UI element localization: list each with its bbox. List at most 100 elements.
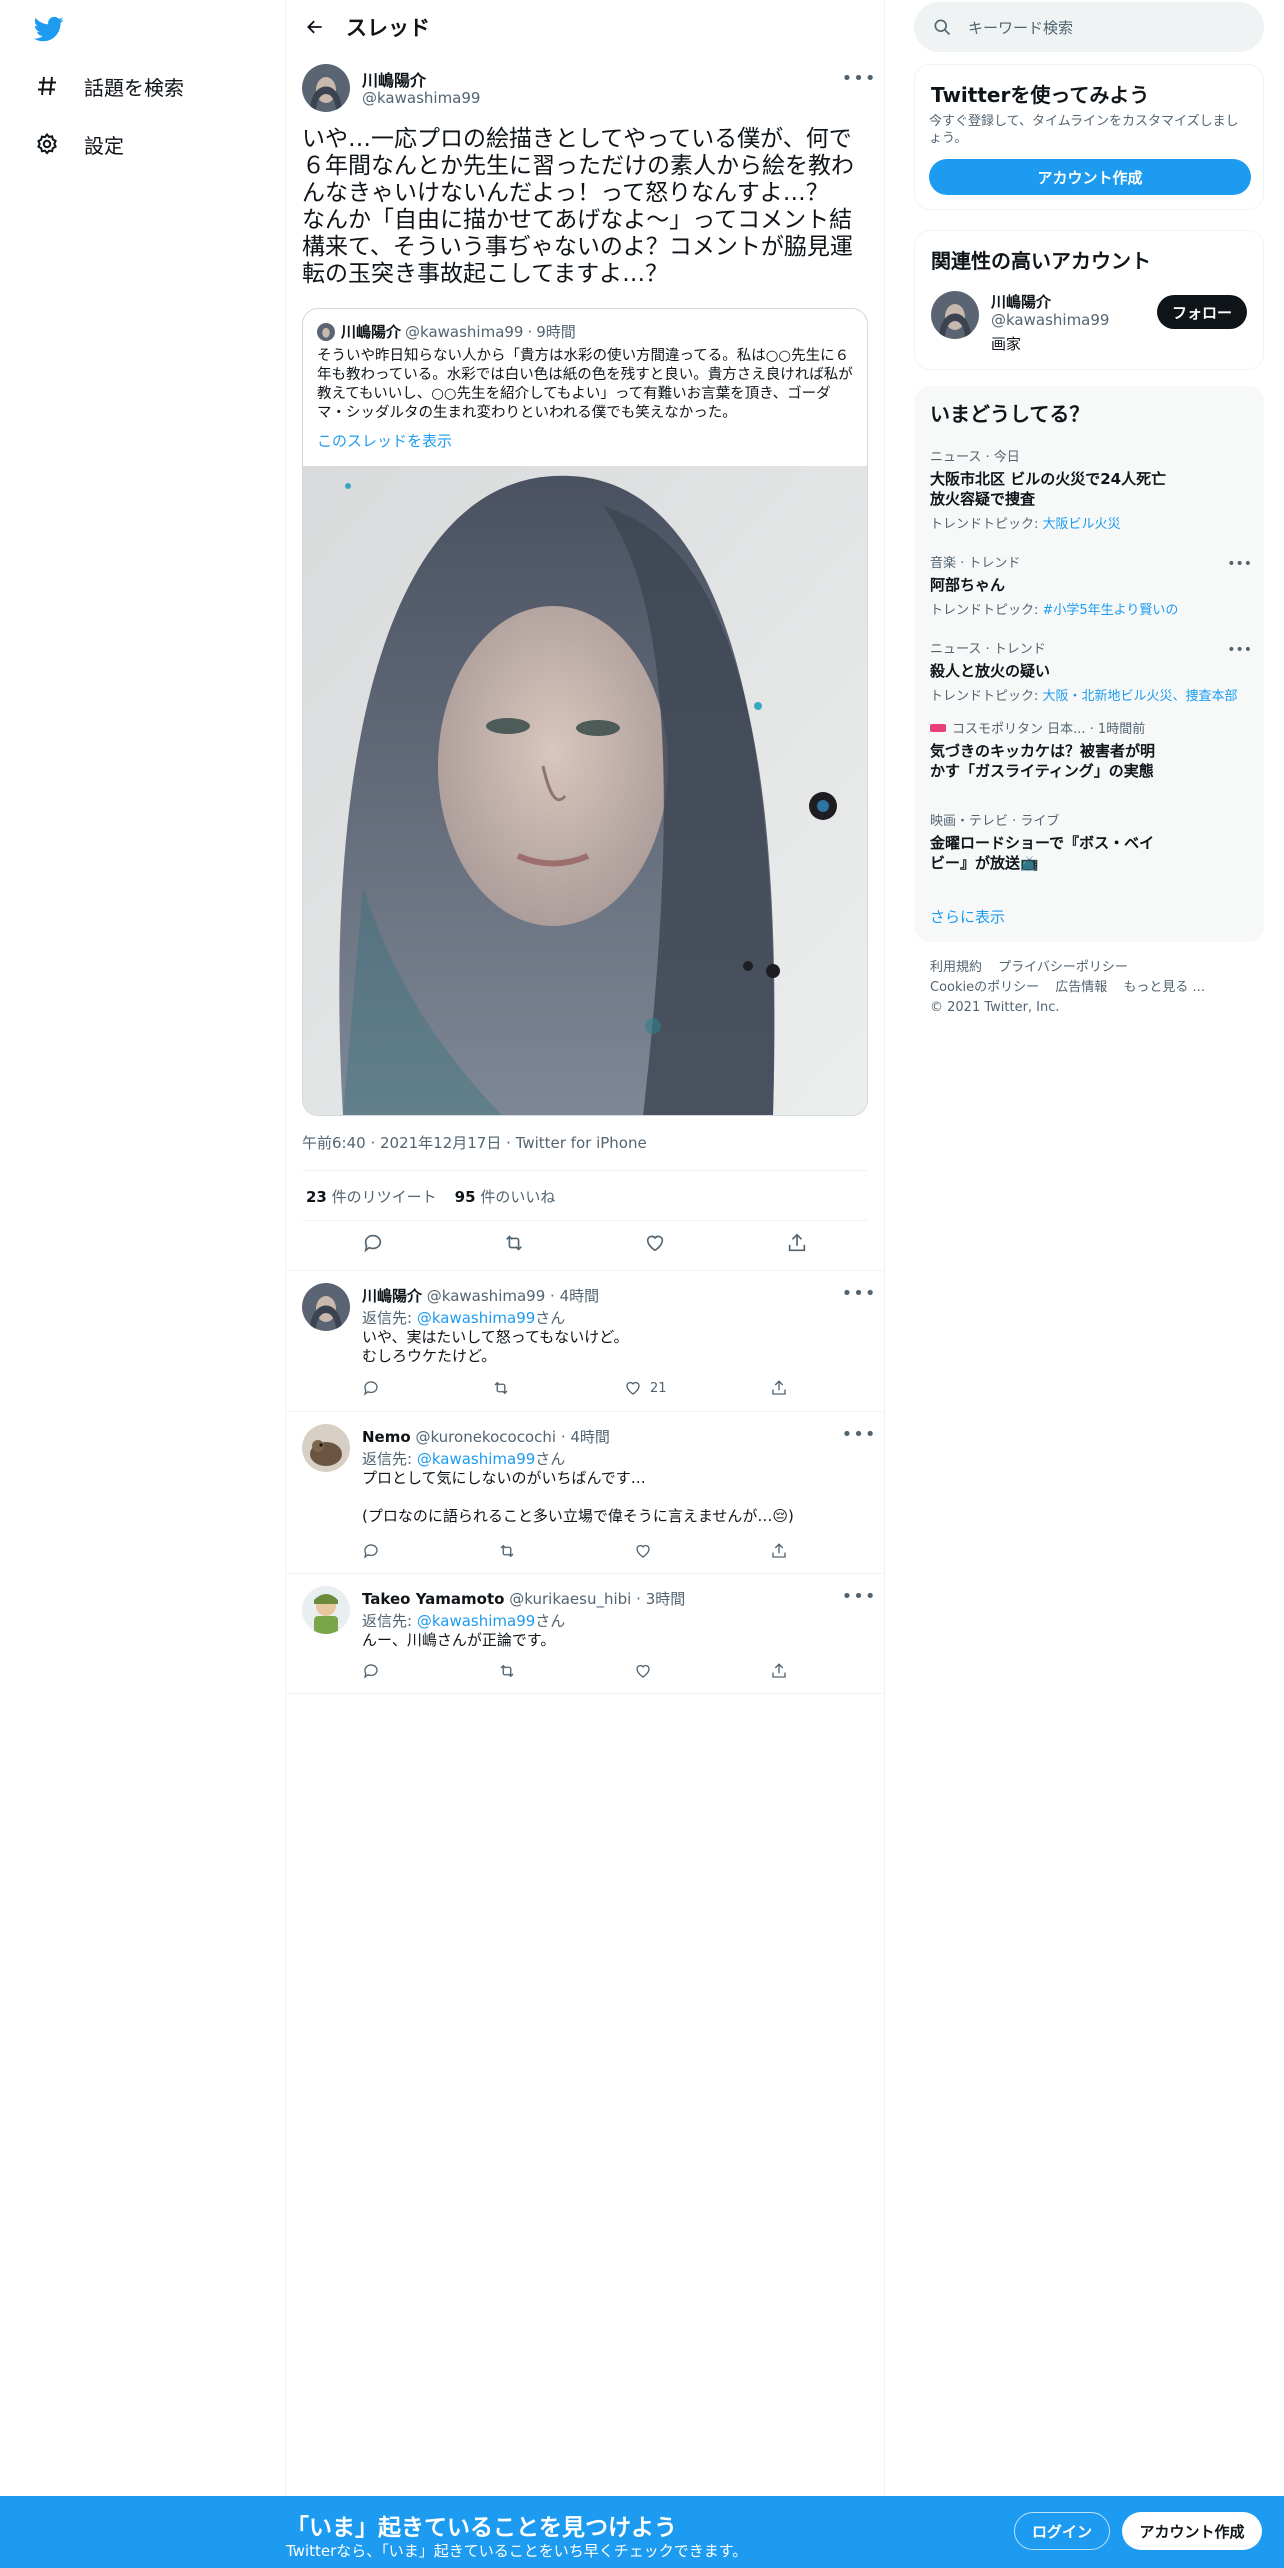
reply-text: いや、実はたいして怒ってもないけど。 むしろウケたけど。 (362, 1328, 629, 1365)
retweet-icon[interactable] (492, 1377, 510, 1399)
share-icon[interactable] (770, 1540, 788, 1562)
quoted-tweet-image[interactable] (303, 466, 867, 1115)
footer-link[interactable]: Cookieのポリシー (930, 980, 1039, 995)
more-options-icon[interactable]: ••• (842, 66, 876, 90)
more-options-icon[interactable]: ••• (1227, 642, 1252, 658)
reply-time[interactable]: 4時間 (570, 1428, 610, 1446)
reply-author-name[interactable]: Nemo (362, 1428, 411, 1446)
trend-topic-link[interactable]: 大阪ビル火災 (1043, 517, 1121, 532)
avatar[interactable] (302, 64, 350, 112)
reply-icon[interactable] (356, 1226, 390, 1260)
like-icon[interactable] (634, 1540, 660, 1562)
search-input[interactable]: キーワード検索 (968, 17, 1073, 38)
reply-author-name[interactable]: 川嶋陽介 (362, 1287, 422, 1305)
reply-action-bar (362, 1540, 802, 1564)
related-accounts-card: 関連性の高いアカウント 川嶋陽介 @kawashima99 画家 フォロー (914, 230, 1264, 370)
reply-to-handle[interactable]: @kawashima99 (417, 1309, 535, 1327)
hashtag-icon (34, 73, 60, 99)
retweet-count[interactable]: 23 件のリツイート (306, 1186, 437, 1207)
reply-icon[interactable] (362, 1540, 380, 1562)
more-options-icon[interactable]: ••• (842, 1584, 876, 1608)
trend-title: 金曜ロードショーで『ボス・ベイ ビー』が放送📺 (930, 834, 1155, 872)
more-options-icon[interactable]: ••• (842, 1422, 876, 1446)
related-account-bio: 画家 (991, 335, 1022, 353)
reply-tweet[interactable]: Nemo @kuronekococochi · 4時間 ••• 返信先: @ka… (286, 1412, 884, 1574)
trend-item[interactable]: ニュース · 今日 大阪市北区 ビルの火災で24人死亡 放火容疑で捜査 トレンド… (930, 446, 1250, 532)
reply-to-handle[interactable]: @kawashima99 (417, 1450, 535, 1468)
signup-card: Twitterを使ってみよう 今すぐ登録して、タイムラインをカスタマイズしましょ… (914, 64, 1264, 210)
show-thread-link[interactable]: このスレッドを表示 (317, 430, 452, 451)
page-title: スレッド (346, 16, 430, 40)
more-options-icon[interactable]: ••• (1227, 556, 1252, 572)
avatar[interactable] (302, 1586, 350, 1634)
reply-icon[interactable] (362, 1660, 380, 1682)
engagement-counts: 23 件のリツイート 95 件のいいね (306, 1186, 555, 1207)
retweet-icon[interactable] (498, 1660, 516, 1682)
related-account-name[interactable]: 川嶋陽介 (991, 291, 1051, 312)
main-column: スレッド 川嶋陽介 @kawashima99 ••• いや…一応プロの絵描きとし… (285, 0, 885, 2568)
nav-item-explore[interactable]: 話題を検索 (34, 66, 184, 106)
tweet-timestamp[interactable]: 午前6:40 · 2021年12月17日 · Twitter for iPhon… (302, 1132, 647, 1153)
author-name[interactable]: 川嶋陽介 (362, 67, 426, 91)
twitter-logo-icon[interactable] (32, 14, 66, 44)
avatar[interactable] (302, 1283, 350, 1331)
left-navigation: 話題を検索 設定 (0, 0, 285, 2568)
avatar (317, 322, 335, 341)
like-count[interactable]: 95 件のいいね (455, 1186, 556, 1207)
trend-item[interactable]: 映画・テレビ · ライブ 金曜ロードショーで『ボス・ベイ ビー』が放送📺 (930, 810, 1250, 873)
reply-icon[interactable] (362, 1377, 380, 1399)
reply-author-handle[interactable]: @kurikaesu_hibi (509, 1590, 631, 1608)
quoted-tweet[interactable]: 川嶋陽介 @kawashima99 · 9時間 そういや昨日知らない人から「貴方… (302, 308, 868, 1116)
back-arrow-icon[interactable] (288, 0, 342, 54)
quoted-author-handle: @kawashima99 (405, 322, 524, 341)
trend-topic-link[interactable]: #小学5年生より賢いの (1043, 603, 1179, 618)
like-icon[interactable] (638, 1226, 672, 1260)
create-account-button[interactable]: アカウント作成 (929, 159, 1251, 195)
reply-time[interactable]: 3時間 (646, 1590, 686, 1608)
reply-author-line: Takeo Yamamoto @kurikaesu_hibi · 3時間 (362, 1590, 686, 1608)
author-handle[interactable]: @kawashima99 (362, 89, 480, 107)
nav-item-settings[interactable]: 設定 (34, 124, 124, 164)
reply-author-handle[interactable]: @kuronekococochi (415, 1428, 556, 1446)
retweet-icon[interactable] (497, 1226, 531, 1260)
search-icon (932, 17, 952, 37)
trend-context: ニュース · 今日 (930, 450, 1020, 465)
signup-button[interactable]: アカウント作成 (1122, 2512, 1262, 2550)
login-button[interactable]: ログイン (1014, 2512, 1110, 2550)
reply-tweet[interactable]: 川嶋陽介 @kawashima99 · 4時間 ••• 返信先: @kawash… (286, 1271, 884, 1412)
more-options-icon[interactable]: ••• (842, 1281, 876, 1305)
publisher-logo-icon (930, 723, 946, 732)
share-icon[interactable] (770, 1660, 788, 1682)
trend-item[interactable]: 音楽 · トレンド 阿部ちゃん トレンドトピック: #小学5年生より賢いの (930, 552, 1250, 618)
reply-to-handle[interactable]: @kawashima99 (417, 1612, 535, 1630)
footer-link[interactable]: もっと見る ... (1123, 980, 1205, 995)
trend-topic-line: トレンドトピック: 大阪・北新地ビル火災、捜査本部 (930, 689, 1238, 704)
like-icon[interactable]: 21 (624, 1377, 667, 1399)
avatar[interactable] (302, 1424, 350, 1472)
related-account-handle[interactable]: @kawashima99 (991, 311, 1109, 329)
quoted-tweet-text: そういや昨日知らない人から「貴方は水彩の使い方間違ってる。私は○○先生に６年も教… (317, 348, 853, 421)
avatar[interactable] (931, 291, 979, 339)
reply-tweet[interactable]: Takeo Yamamoto @kurikaesu_hibi · 3時間 •••… (286, 1574, 884, 1694)
footer-link[interactable]: プライバシーポリシー (998, 960, 1128, 975)
share-icon[interactable] (780, 1226, 814, 1260)
reply-author-handle[interactable]: @kawashima99 (427, 1287, 545, 1305)
search-box[interactable]: キーワード検索 (914, 2, 1264, 52)
show-more-link[interactable]: さらに表示 (930, 906, 1005, 927)
footer-link[interactable]: 広告情報 (1055, 980, 1107, 995)
reply-time[interactable]: 4時間 (560, 1287, 600, 1305)
page-header: スレッド (286, 0, 884, 54)
reply-author-line: 川嶋陽介 @kawashima99 · 4時間 (362, 1287, 600, 1305)
trend-topic-link[interactable]: 大阪・北新地ビル火災、捜査本部 (1043, 689, 1238, 704)
trend-item[interactable]: ニュース · トレンド 殺人と放火の疑い トレンドトピック: 大阪・北新地ビル火… (930, 638, 1250, 704)
footer-link[interactable]: 利用規約 (930, 960, 982, 975)
reply-to-line: 返信先: @kawashima99さん (362, 1612, 566, 1630)
follow-button[interactable]: フォロー (1157, 295, 1247, 329)
share-icon[interactable] (770, 1377, 788, 1399)
trend-item[interactable]: コスモポリタン 日本... · 1時間前 気づきのキッカケは？被害者が明 かす「… (930, 718, 1250, 781)
reply-author-name[interactable]: Takeo Yamamoto (362, 1590, 504, 1608)
like-icon[interactable] (634, 1660, 660, 1682)
quoted-time: 9時間 (536, 323, 576, 341)
retweet-icon[interactable] (498, 1540, 516, 1562)
trend-topic-line: トレンドトピック: #小学5年生より賢いの (930, 603, 1179, 618)
